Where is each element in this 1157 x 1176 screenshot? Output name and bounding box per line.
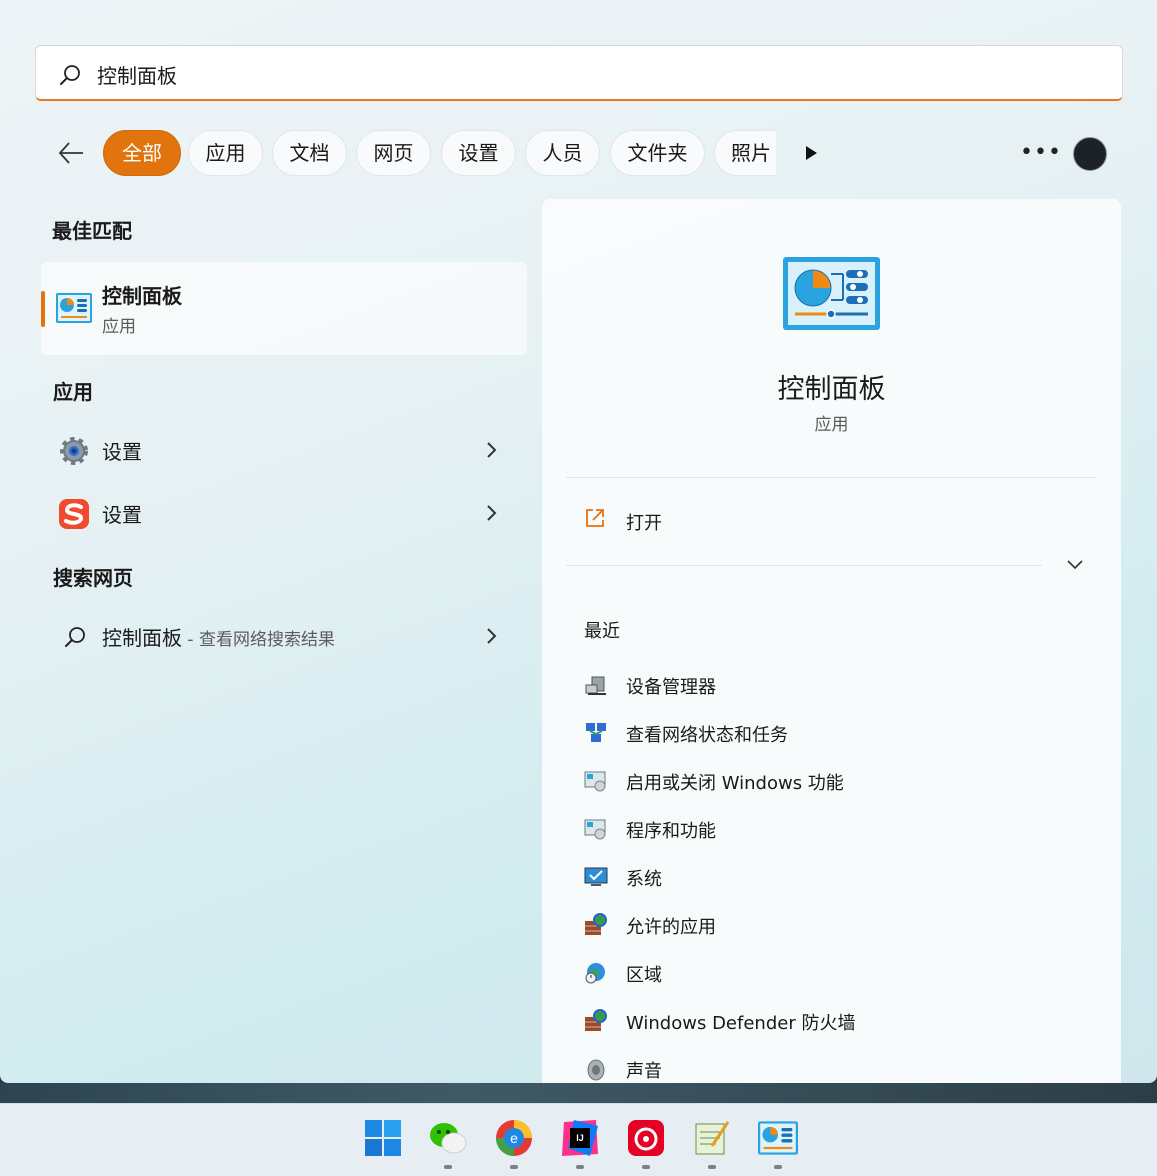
tab-apps[interactable]: 应用	[188, 130, 263, 176]
detail-title: 控制面板	[777, 374, 886, 405]
tab-photos[interactable]: 照片	[714, 130, 776, 176]
recent-item-label: Windows Defender 防火墙	[626, 1013, 856, 1034]
scroll-right-icon[interactable]	[804, 145, 818, 161]
search-panel: 控制面板 全部 应用 文档 网页 设置 人员 文件夹 照片 ••• 最佳匹配 控…	[0, 0, 1157, 1083]
tab-documents[interactable]: 文档	[272, 130, 347, 176]
edge-icon: e	[496, 1120, 532, 1156]
recent-item-label: 查看网络状态和任务	[626, 725, 788, 746]
divider	[566, 565, 1042, 566]
recent-item-label: 程序和功能	[626, 821, 716, 842]
search-input[interactable]: 控制面板	[97, 60, 177, 89]
tab-settings[interactable]: 设置	[441, 130, 516, 176]
running-indicator	[774, 1165, 782, 1169]
web-search-query: 控制面板	[102, 626, 182, 650]
netease-music-icon	[628, 1120, 664, 1156]
apps-heading: 应用	[53, 380, 93, 404]
taskbar: e IJ	[0, 1103, 1157, 1176]
control-panel-icon	[758, 1121, 798, 1155]
best-match-heading: 最佳匹配	[52, 219, 132, 243]
running-indicator	[510, 1165, 518, 1169]
web-search-label: 控制面板 - 查看网络搜索结果	[102, 622, 335, 651]
tab-people[interactable]: 人员	[525, 130, 600, 176]
firewall-icon	[585, 1009, 607, 1031]
app-result-settings[interactable]: 设置	[41, 422, 527, 478]
web-search-result[interactable]: 控制面板 - 查看网络搜索结果	[41, 608, 527, 664]
sound-icon	[587, 1059, 605, 1081]
control-panel-icon	[56, 293, 92, 323]
search-icon	[60, 65, 80, 85]
intellij-icon: IJ	[562, 1120, 598, 1156]
open-button[interactable]: 打开	[584, 507, 662, 534]
taskbar-app-wechat[interactable]	[428, 1118, 468, 1169]
device-manager-icon	[585, 676, 606, 695]
app-result-label: 设置	[102, 503, 142, 527]
best-match-item[interactable]: 控制面板 应用	[41, 262, 527, 355]
chevron-down-icon[interactable]	[1066, 558, 1084, 570]
open-label: 打开	[626, 513, 662, 534]
taskbar-app-control-panel[interactable]	[758, 1118, 798, 1169]
selection-indicator	[41, 291, 45, 327]
svg-text:IJ: IJ	[576, 1133, 584, 1143]
recent-item-label: 设备管理器	[626, 677, 716, 698]
app-result-label: 设置	[102, 440, 142, 464]
back-arrow-icon[interactable]	[56, 138, 86, 168]
avatar[interactable]	[1073, 137, 1107, 171]
app-result-sogou-settings[interactable]: 设置	[41, 485, 527, 541]
start-button[interactable]	[363, 1118, 403, 1158]
chevron-right-icon[interactable]	[486, 503, 498, 523]
best-match-kind: 应用	[102, 317, 136, 337]
desktop-wallpaper	[0, 1083, 1157, 1103]
system-icon	[584, 867, 608, 886]
search-icon	[65, 627, 85, 647]
more-options-icon[interactable]: •••	[1020, 140, 1062, 165]
windows-features-icon	[584, 771, 606, 792]
settings-gear-icon	[60, 437, 88, 465]
best-match-name: 控制面板	[102, 284, 182, 308]
recent-item-label: 系统	[626, 869, 662, 890]
taskbar-app-netease-music[interactable]	[626, 1118, 666, 1169]
web-search-heading: 搜索网页	[53, 566, 133, 590]
taskbar-app-edge[interactable]: e	[494, 1118, 534, 1169]
recent-item-label: 允许的应用	[626, 917, 716, 938]
recent-item-label: 区域	[626, 965, 662, 986]
svg-text:e: e	[510, 1130, 518, 1146]
notepad-icon	[695, 1121, 730, 1155]
start-icon	[365, 1120, 401, 1156]
chevron-right-icon[interactable]	[486, 626, 498, 646]
control-panel-large-icon	[783, 257, 880, 330]
tab-all[interactable]: 全部	[103, 130, 181, 176]
running-indicator	[576, 1165, 584, 1169]
recent-item-label: 启用或关闭 Windows 功能	[626, 773, 844, 794]
recent-item-label: 声音	[626, 1061, 662, 1082]
detail-kind: 应用	[814, 415, 849, 435]
sogou-settings-icon	[59, 499, 89, 529]
web-search-suffix: - 查看网络搜索结果	[182, 630, 335, 650]
running-indicator	[642, 1165, 650, 1169]
search-box[interactable]: 控制面板	[35, 45, 1123, 101]
programs-features-icon	[584, 819, 606, 840]
open-external-icon	[586, 509, 604, 527]
network-status-icon	[586, 723, 606, 742]
taskbar-app-intellij[interactable]: IJ	[560, 1118, 600, 1169]
wechat-icon	[430, 1123, 467, 1154]
tab-web[interactable]: 网页	[356, 130, 431, 176]
recent-heading: 最近	[584, 621, 620, 642]
chevron-right-icon[interactable]	[486, 440, 498, 460]
tab-folders[interactable]: 文件夹	[610, 130, 705, 176]
running-indicator	[708, 1165, 716, 1169]
divider	[566, 477, 1097, 478]
region-icon	[585, 963, 605, 984]
taskbar-app-notepad[interactable]	[692, 1118, 732, 1169]
firewall-icon	[585, 913, 607, 935]
running-indicator	[444, 1165, 452, 1169]
detail-pane: 控制面板 应用 打开 最近 设备管理器 查看网络状态和任务 启用或关闭 Wind…	[542, 199, 1121, 1083]
